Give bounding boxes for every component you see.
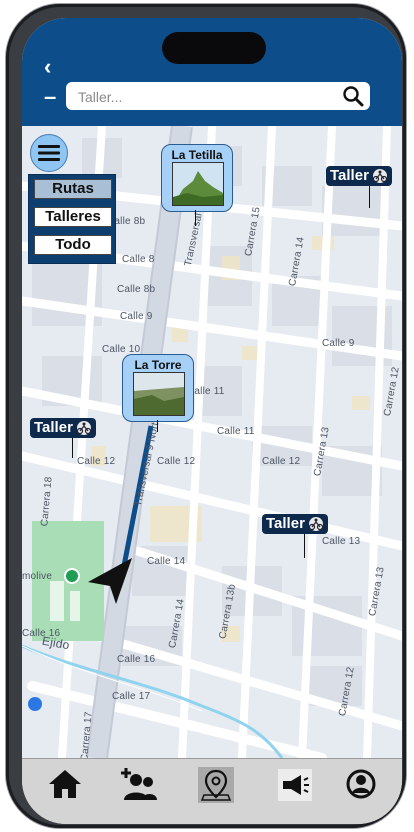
filter-todo-button[interactable]: Todo <box>34 235 112 255</box>
taller-label: Taller <box>266 515 305 532</box>
landscape-photo <box>133 372 185 416</box>
cyclist-icon <box>372 169 388 183</box>
camera-notch <box>162 32 266 64</box>
menu-button[interactable] <box>30 134 68 172</box>
phone-frame: ‹ – Taller... Calle 8b Calle 8b Calle 8 … <box>6 4 406 828</box>
filter-panel: Rutas Talleres Todo <box>28 174 116 264</box>
pin-stem <box>195 210 196 226</box>
nav-home[interactable] <box>46 765 84 803</box>
taller-label: Taller <box>330 167 369 184</box>
home-icon <box>49 770 81 798</box>
street-label: Calle 9 <box>322 338 355 349</box>
search-input[interactable] <box>76 85 330 109</box>
pin-label: La Tetilla <box>171 148 223 162</box>
street-label: Calle 17 <box>112 691 151 702</box>
park-pin-icon[interactable] <box>64 568 80 584</box>
search-bar <box>66 82 370 110</box>
back-chevron-icon[interactable]: ‹ <box>44 56 51 78</box>
nav-announcements[interactable] <box>278 769 312 801</box>
map-pin-icon <box>201 769 231 801</box>
taller-pin[interactable]: Taller <box>326 166 392 186</box>
pin-stem <box>304 534 305 558</box>
app-header: ‹ – <box>22 18 402 126</box>
nav-map[interactable] <box>198 767 234 803</box>
pin-stem <box>72 438 73 458</box>
street-label: Calle 8b <box>117 284 156 295</box>
taller-label: Taller <box>34 419 73 436</box>
profile-icon <box>346 769 376 799</box>
park-label: molive <box>22 571 53 582</box>
search-icon[interactable] <box>342 85 364 107</box>
street-label: Calle 12 <box>77 456 116 467</box>
street-label: Calle 13 <box>322 536 361 547</box>
filter-rutas-button[interactable]: Rutas <box>34 179 112 199</box>
mountain-photo <box>172 162 224 206</box>
taller-pin[interactable]: Taller <box>262 514 328 534</box>
street-label: Calle 16 <box>117 654 156 665</box>
hamburger-icon <box>38 145 60 161</box>
street-label: Calle 12 <box>262 456 301 467</box>
pin-stem <box>369 186 370 208</box>
street-label: Calle 14 <box>147 556 186 567</box>
map-view[interactable]: Calle 8b Calle 8b Calle 8 Calle 9 Calle … <box>22 126 402 758</box>
cyclist-icon <box>308 517 324 531</box>
pin-label: La Torre <box>134 358 182 372</box>
navigation-arrow-icon <box>88 558 132 604</box>
add-user-icon <box>121 768 157 800</box>
photo-pin-la-tetilla[interactable]: La Tetilla <box>161 144 233 212</box>
cyclist-icon <box>76 421 92 435</box>
nav-profile[interactable] <box>342 765 380 803</box>
street-label: Calle 11 <box>217 426 255 437</box>
street-label: Calle 12 <box>157 456 196 467</box>
street-label: Calle 8 <box>122 254 155 265</box>
screen: ‹ – Taller... Calle 8b Calle 8b Calle 8 … <box>22 18 402 824</box>
photo-pin-la-torre[interactable]: La Torre <box>122 354 194 422</box>
street-label: Calle 9 <box>120 311 153 322</box>
nav-add-user[interactable] <box>120 765 158 803</box>
pin-stem <box>157 420 158 432</box>
megaphone-icon <box>283 775 309 795</box>
collapse-icon[interactable]: – <box>44 86 56 108</box>
bottom-nav <box>22 758 402 824</box>
taller-pin[interactable]: Taller <box>30 418 96 438</box>
filter-talleres-button[interactable]: Talleres <box>34 207 112 227</box>
